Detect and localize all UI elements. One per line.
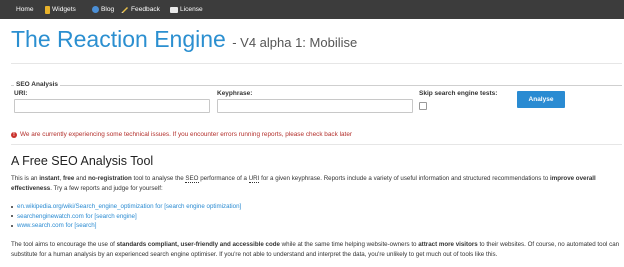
uri-label: URI:: [14, 90, 28, 97]
intro-paragraph: This is an instant, free and no-registra…: [11, 175, 596, 192]
seo-analysis-form: SEO Analysis URI: Keyphrase: Skip search…: [11, 81, 622, 122]
example-link-item: en.wikipedia.org/wiki/Search_engine_opti…: [11, 202, 241, 212]
page-title: The Reaction Engine - V4 alpha 1: Mobili…: [11, 26, 357, 56]
analyse-button[interactable]: Analyse: [517, 91, 565, 108]
attract-text: attract more visitors: [418, 241, 478, 248]
keyphrase-label: Keyphrase:: [217, 90, 253, 97]
page-title-main: The Reaction Engine: [11, 26, 226, 52]
nav-license-label[interactable]: License: [180, 6, 203, 13]
bullet-icon: [11, 215, 13, 218]
example-link-searchenginewatch[interactable]: searchenginewatch.com for [search engine…: [17, 212, 137, 222]
nav-home[interactable]: Home: [16, 0, 34, 19]
uri-input[interactable]: [14, 99, 210, 113]
example-link-wikipedia[interactable]: en.wikipedia.org/wiki/Search_engine_opti…: [17, 202, 241, 212]
widgets-icon: [45, 5, 50, 14]
skip-search-engine-label: Skip search engine tests:: [419, 90, 498, 97]
bullet-icon: [11, 205, 13, 208]
example-link-item: www.search.com for [search]: [11, 221, 241, 231]
keyphrase-input[interactable]: [217, 99, 413, 113]
nav-blog-label[interactable]: Blog: [101, 6, 114, 13]
nav-home-label[interactable]: Home: [16, 6, 34, 13]
example-link-item: searchenginewatch.com for [search engine…: [11, 212, 241, 222]
nav-feedback[interactable]: Feedback: [121, 0, 160, 19]
top-navbar: Home Widgets Blog Feedback License: [0, 0, 624, 19]
uri-abbr: URI: [248, 175, 260, 183]
license-card-icon: [170, 6, 178, 13]
nav-blog[interactable]: Blog: [92, 0, 114, 19]
error-icon: !: [11, 131, 17, 138]
nav-widgets-label[interactable]: Widgets: [52, 6, 76, 13]
feedback-pencil-icon: [121, 7, 128, 13]
alert-divider: [11, 144, 622, 145]
seo-analysis-legend: SEO Analysis: [14, 81, 61, 88]
bullet-icon: [11, 224, 13, 227]
aim-paragraph: The tool aims to encourage the use of st…: [11, 241, 620, 258]
page-subtitle: - V4 alpha 1: Mobilise: [232, 35, 358, 50]
nav-license[interactable]: License: [170, 0, 203, 19]
example-link-search-com[interactable]: www.search.com for [search]: [17, 221, 96, 231]
no-registration-text: no-registration: [88, 175, 132, 182]
free-text: free: [62, 175, 75, 182]
technical-issues-alert: ! We are currently experiencing some tec…: [11, 131, 352, 138]
skip-search-engine-checkbox[interactable]: [419, 102, 427, 110]
alert-text: We are currently experiencing some techn…: [20, 131, 353, 138]
seo-abbr: SEO: [185, 175, 199, 183]
instant-text: instant: [39, 175, 60, 182]
nav-feedback-label[interactable]: Feedback: [131, 6, 160, 13]
blog-globe-icon: [92, 6, 99, 13]
section-heading: A Free SEO Analysis Tool: [11, 154, 154, 168]
standards-text: standards compliant, user-friendly and a…: [116, 241, 280, 248]
title-divider: [11, 63, 622, 64]
nav-widgets[interactable]: Widgets: [45, 0, 76, 19]
example-links-list: en.wikipedia.org/wiki/Search_engine_opti…: [11, 202, 241, 231]
